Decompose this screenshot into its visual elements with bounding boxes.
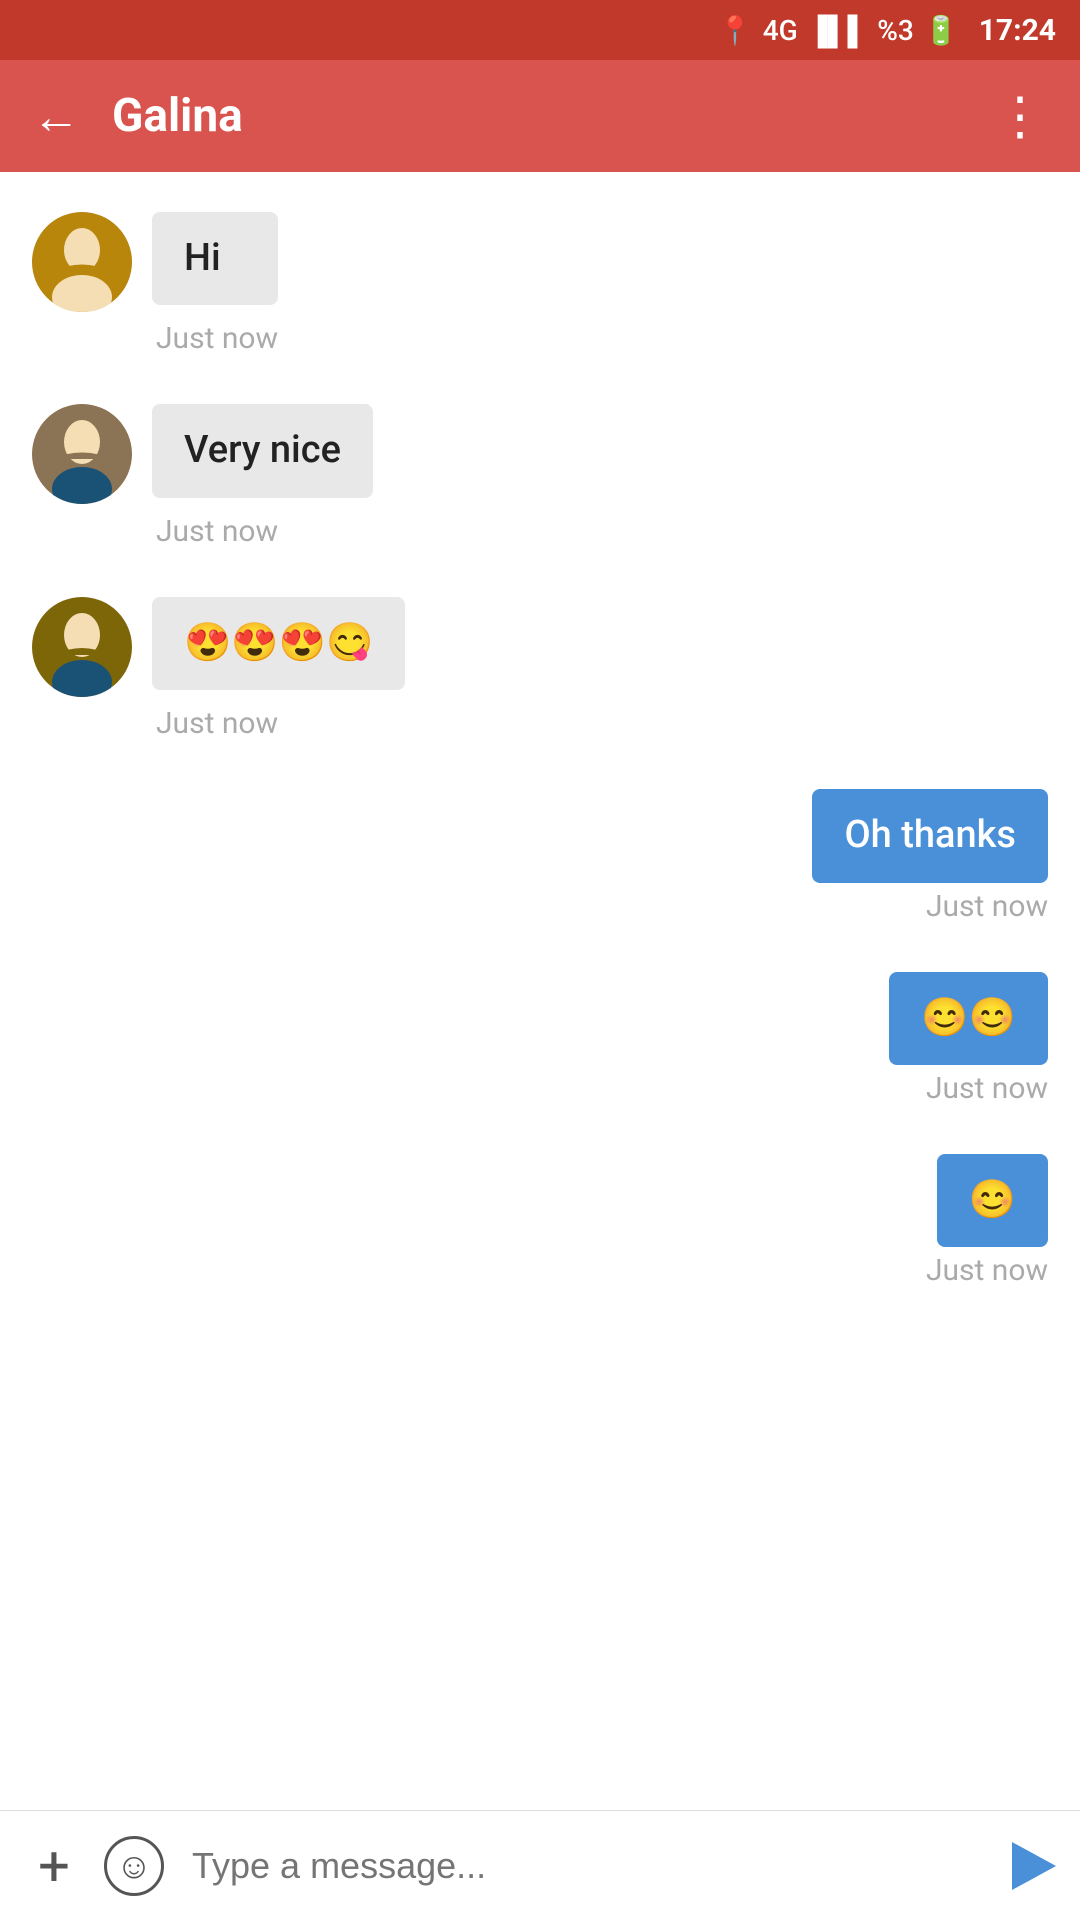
message-group-hi: Hi Just now (32, 212, 1048, 356)
message-group-smile2: 😊😊 Just now (32, 972, 1048, 1106)
received-content: Very nice Just now (152, 404, 373, 548)
battery-text: %3 (877, 14, 914, 47)
app-bar: ← Galina ⋮ (0, 60, 1080, 172)
message-group-emojis: 😍😍😍😋 Just now (32, 597, 1048, 741)
more-options-button[interactable]: ⋮ (994, 86, 1048, 147)
message-group-ohthanks: Oh thanks Just now (32, 789, 1048, 923)
message-bubble: Oh thanks (812, 789, 1048, 882)
avatar (32, 404, 132, 504)
received-content: 😍😍😍😋 Just now (152, 597, 405, 741)
message-timestamp: Just now (926, 1253, 1048, 1288)
back-button[interactable]: ← (32, 88, 80, 145)
received-content: Hi Just now (152, 212, 278, 356)
emoji-icon: ☺ (116, 1845, 153, 1887)
message-bubble: Hi (152, 212, 278, 305)
message-input[interactable] (184, 1845, 992, 1887)
avatar (32, 212, 132, 312)
location-icon: 📍 (718, 14, 753, 47)
add-button[interactable]: + (24, 1838, 84, 1894)
status-bar: 📍 4G ▐▌▌ %3 🔋 17:24 (0, 0, 1080, 60)
message-bubble: 😍😍😍😋 (152, 597, 405, 690)
signal-icon: ▐▌▌ (808, 14, 868, 47)
chat-area: Hi Just now Very nice Just now (0, 172, 1080, 1810)
message-timestamp: Just now (926, 1071, 1048, 1106)
avatar (32, 597, 132, 697)
message-group-verynice: Very nice Just now (32, 404, 1048, 548)
message-timestamp: Just now (926, 889, 1048, 924)
message-bubble: 😊😊 (889, 972, 1048, 1065)
message-timestamp: Just now (152, 321, 278, 356)
network-icon: 4G (763, 14, 798, 47)
message-bubble: Very nice (152, 404, 373, 497)
message-group-smile1: 😊 Just now (32, 1154, 1048, 1288)
status-time: 17:24 (979, 13, 1056, 48)
bottom-bar: + ☺ (0, 1810, 1080, 1920)
message-timestamp: Just now (152, 706, 405, 741)
message-bubble: 😊 (937, 1154, 1048, 1247)
chat-title: Galina (112, 89, 962, 143)
status-icons: 📍 4G ▐▌▌ %3 🔋 (718, 14, 959, 47)
send-button[interactable] (1012, 1842, 1056, 1890)
battery-icon: 🔋 (924, 14, 959, 47)
message-timestamp: Just now (152, 514, 373, 549)
emoji-button[interactable]: ☺ (104, 1836, 164, 1896)
